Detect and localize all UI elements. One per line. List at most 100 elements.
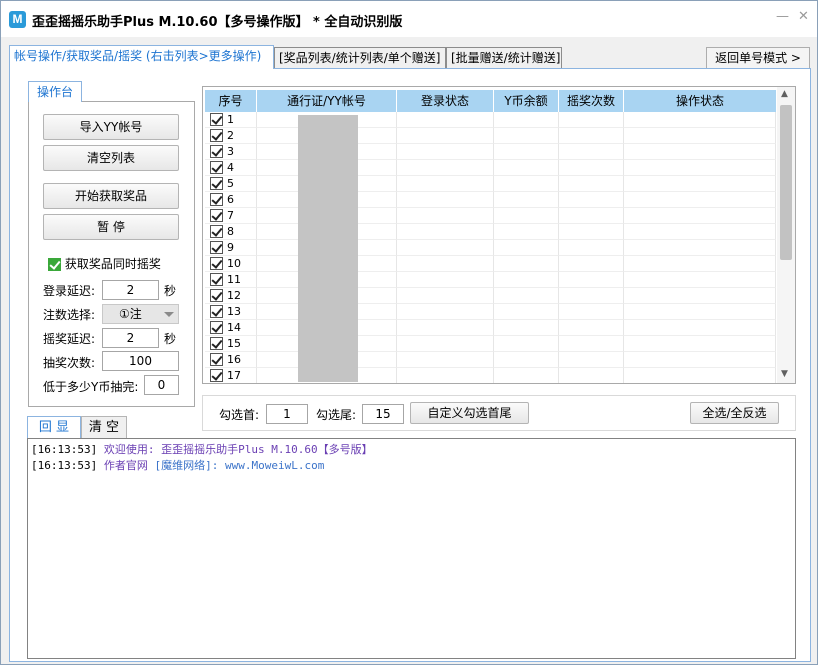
login-delay-input[interactable]: 2 xyxy=(102,280,159,300)
scroll-down-icon[interactable]: ▼ xyxy=(781,369,788,379)
table-row[interactable]: 16q xyxy=(205,352,776,368)
table-row[interactable]: 13s xyxy=(205,304,776,320)
row-checkbox[interactable] xyxy=(210,353,223,366)
table-cell xyxy=(397,160,494,176)
title-bar[interactable]: M 歪歪摇摇乐助手Plus M.10.60【多号操作版】 * 全自动识别版 — … xyxy=(1,1,817,37)
table-cell xyxy=(624,256,776,272)
col-header-ycoin[interactable]: Y币余额 xyxy=(494,90,559,112)
row-number: 3 xyxy=(227,145,234,158)
chevron-down-icon xyxy=(164,312,174,317)
row-checkbox[interactable] xyxy=(210,193,223,206)
select-first-input[interactable]: 1 xyxy=(266,404,308,424)
table-cell xyxy=(494,208,559,224)
col-header-op-status[interactable]: 操作状态 xyxy=(624,90,776,112)
select-first-label: 勾选首: xyxy=(219,408,260,422)
bet-select[interactable]: ①注 xyxy=(102,304,179,324)
table-cell xyxy=(397,224,494,240)
table-cell xyxy=(397,288,494,304)
select-all-toggle-button[interactable]: 全选/全反选 xyxy=(690,402,779,424)
table-row[interactable]: 4z xyxy=(205,160,776,176)
draw-count-input[interactable]: 100 xyxy=(102,351,179,371)
table-cell xyxy=(397,336,494,352)
table-row[interactable]: 3yy 7 xyxy=(205,144,776,160)
log-timestamp: [16:13:53] xyxy=(31,459,98,472)
login-delay-unit: 秒 xyxy=(164,284,177,298)
table-cell xyxy=(559,160,624,176)
scroll-up-icon[interactable]: ▲ xyxy=(781,89,788,99)
custom-select-range-button[interactable]: 自定义勾选首尾 xyxy=(410,402,529,424)
table-row[interactable]: 15 xyxy=(205,336,776,352)
grid-scroll-thumb[interactable] xyxy=(780,105,792,260)
table-cell xyxy=(624,176,776,192)
row-checkbox[interactable] xyxy=(210,241,223,254)
table-row[interactable]: 2s xyxy=(205,128,776,144)
row-number: 9 xyxy=(227,241,234,254)
table-cell xyxy=(397,112,494,128)
select-last-label: 勾选尾: xyxy=(316,408,357,422)
shake-delay-input[interactable]: 2 xyxy=(102,328,159,348)
table-row[interactable]: 8zl 0 xyxy=(205,224,776,240)
table-row[interactable]: 5c xyxy=(205,176,776,192)
window-title: 歪歪摇摇乐助手Plus M.10.60【多号操作版】 * 全自动识别版 xyxy=(32,15,403,30)
col-header-account[interactable]: 通行证/YY帐号 xyxy=(257,90,397,112)
table-row[interactable]: 12s xyxy=(205,288,776,304)
row-checkbox[interactable] xyxy=(210,369,223,382)
start-get-prize-button[interactable]: 开始获取奖品 xyxy=(43,183,179,209)
table-row[interactable]: 1 xyxy=(205,112,776,128)
clear-list-button[interactable]: 清空列表 xyxy=(43,145,179,171)
row-checkbox[interactable] xyxy=(210,225,223,238)
draw-count-label: 抽奖次数: xyxy=(43,356,96,370)
col-header-shake-count[interactable]: 摇奖次数 xyxy=(559,90,624,112)
row-checkbox[interactable] xyxy=(210,209,223,222)
minimize-icon[interactable]: — xyxy=(776,9,789,24)
row-checkbox[interactable] xyxy=(210,257,223,270)
row-checkbox[interactable] xyxy=(210,305,223,318)
grid-body: 12s3yy 74z5c6wa 978zl 09101112s13s141516… xyxy=(205,112,776,383)
tab-console[interactable]: 操作台 xyxy=(28,81,82,102)
auto-shake-option[interactable]: 获取奖品同时摇奖 xyxy=(48,255,161,272)
table-cell xyxy=(559,336,624,352)
log-message: 歪歪摇摇乐助手Plus M.10.60【多号版】 xyxy=(161,443,373,456)
row-checkbox[interactable] xyxy=(210,129,223,142)
table-cell xyxy=(494,304,559,320)
table-cell xyxy=(624,144,776,160)
close-icon[interactable]: ✕ xyxy=(798,9,809,24)
table-row[interactable]: 6wa 9 xyxy=(205,192,776,208)
pause-button[interactable]: 暂 停 xyxy=(43,214,179,240)
tab-prize-list[interactable]: [奖品列表/统计列表/单个赠送] xyxy=(274,47,446,69)
row-number: 6 xyxy=(227,193,234,206)
table-cell xyxy=(624,160,776,176)
table-row[interactable]: 11 xyxy=(205,272,776,288)
table-row[interactable]: 7 xyxy=(205,208,776,224)
log-output[interactable]: [16:13:53] 欢迎使用: 歪歪摇摇乐助手Plus M.10.60【多号版… xyxy=(27,438,796,659)
tab-account-operations[interactable]: 帐号操作/获取奖品/摇奖 (右击列表>更多操作) xyxy=(9,45,274,69)
row-checkbox[interactable] xyxy=(210,177,223,190)
import-yy-account-button[interactable]: 导入YY帐号 xyxy=(43,114,179,140)
grid-scrollbar[interactable]: ▲ ▼ xyxy=(777,87,795,383)
table-row[interactable]: 17g 5 xyxy=(205,368,776,383)
row-checkbox[interactable] xyxy=(210,289,223,302)
table-row[interactable]: 14 xyxy=(205,320,776,336)
col-header-login-status[interactable]: 登录状态 xyxy=(397,90,494,112)
tab-echo[interactable]: 回 显 xyxy=(27,416,81,438)
tab-clear-log[interactable]: 清 空 xyxy=(81,416,127,438)
row-number: 14 xyxy=(227,321,241,334)
auto-shake-checkbox[interactable] xyxy=(48,258,61,271)
log-timestamp: [16:13:53] xyxy=(31,443,98,456)
min-ycoin-input[interactable]: 0 xyxy=(144,375,179,395)
row-checkbox[interactable] xyxy=(210,145,223,158)
select-last-input[interactable]: 15 xyxy=(362,404,404,424)
account-grid[interactable]: 序号 通行证/YY帐号 登录状态 Y币余额 摇奖次数 操作状态 12s3yy 7… xyxy=(202,86,796,384)
row-number: 16 xyxy=(227,353,241,366)
tab-batch-gift[interactable]: [批量赠送/统计赠送] xyxy=(446,47,562,69)
row-checkbox[interactable] xyxy=(210,273,223,286)
row-checkbox[interactable] xyxy=(210,161,223,174)
row-checkbox[interactable] xyxy=(210,321,223,334)
col-header-no[interactable]: 序号 xyxy=(205,90,257,112)
row-checkbox[interactable] xyxy=(210,113,223,126)
table-row[interactable]: 10 xyxy=(205,256,776,272)
row-checkbox[interactable] xyxy=(210,337,223,350)
return-single-mode-button[interactable]: 返回单号模式 > xyxy=(706,47,810,69)
table-row[interactable]: 9 xyxy=(205,240,776,256)
table-cell xyxy=(494,320,559,336)
